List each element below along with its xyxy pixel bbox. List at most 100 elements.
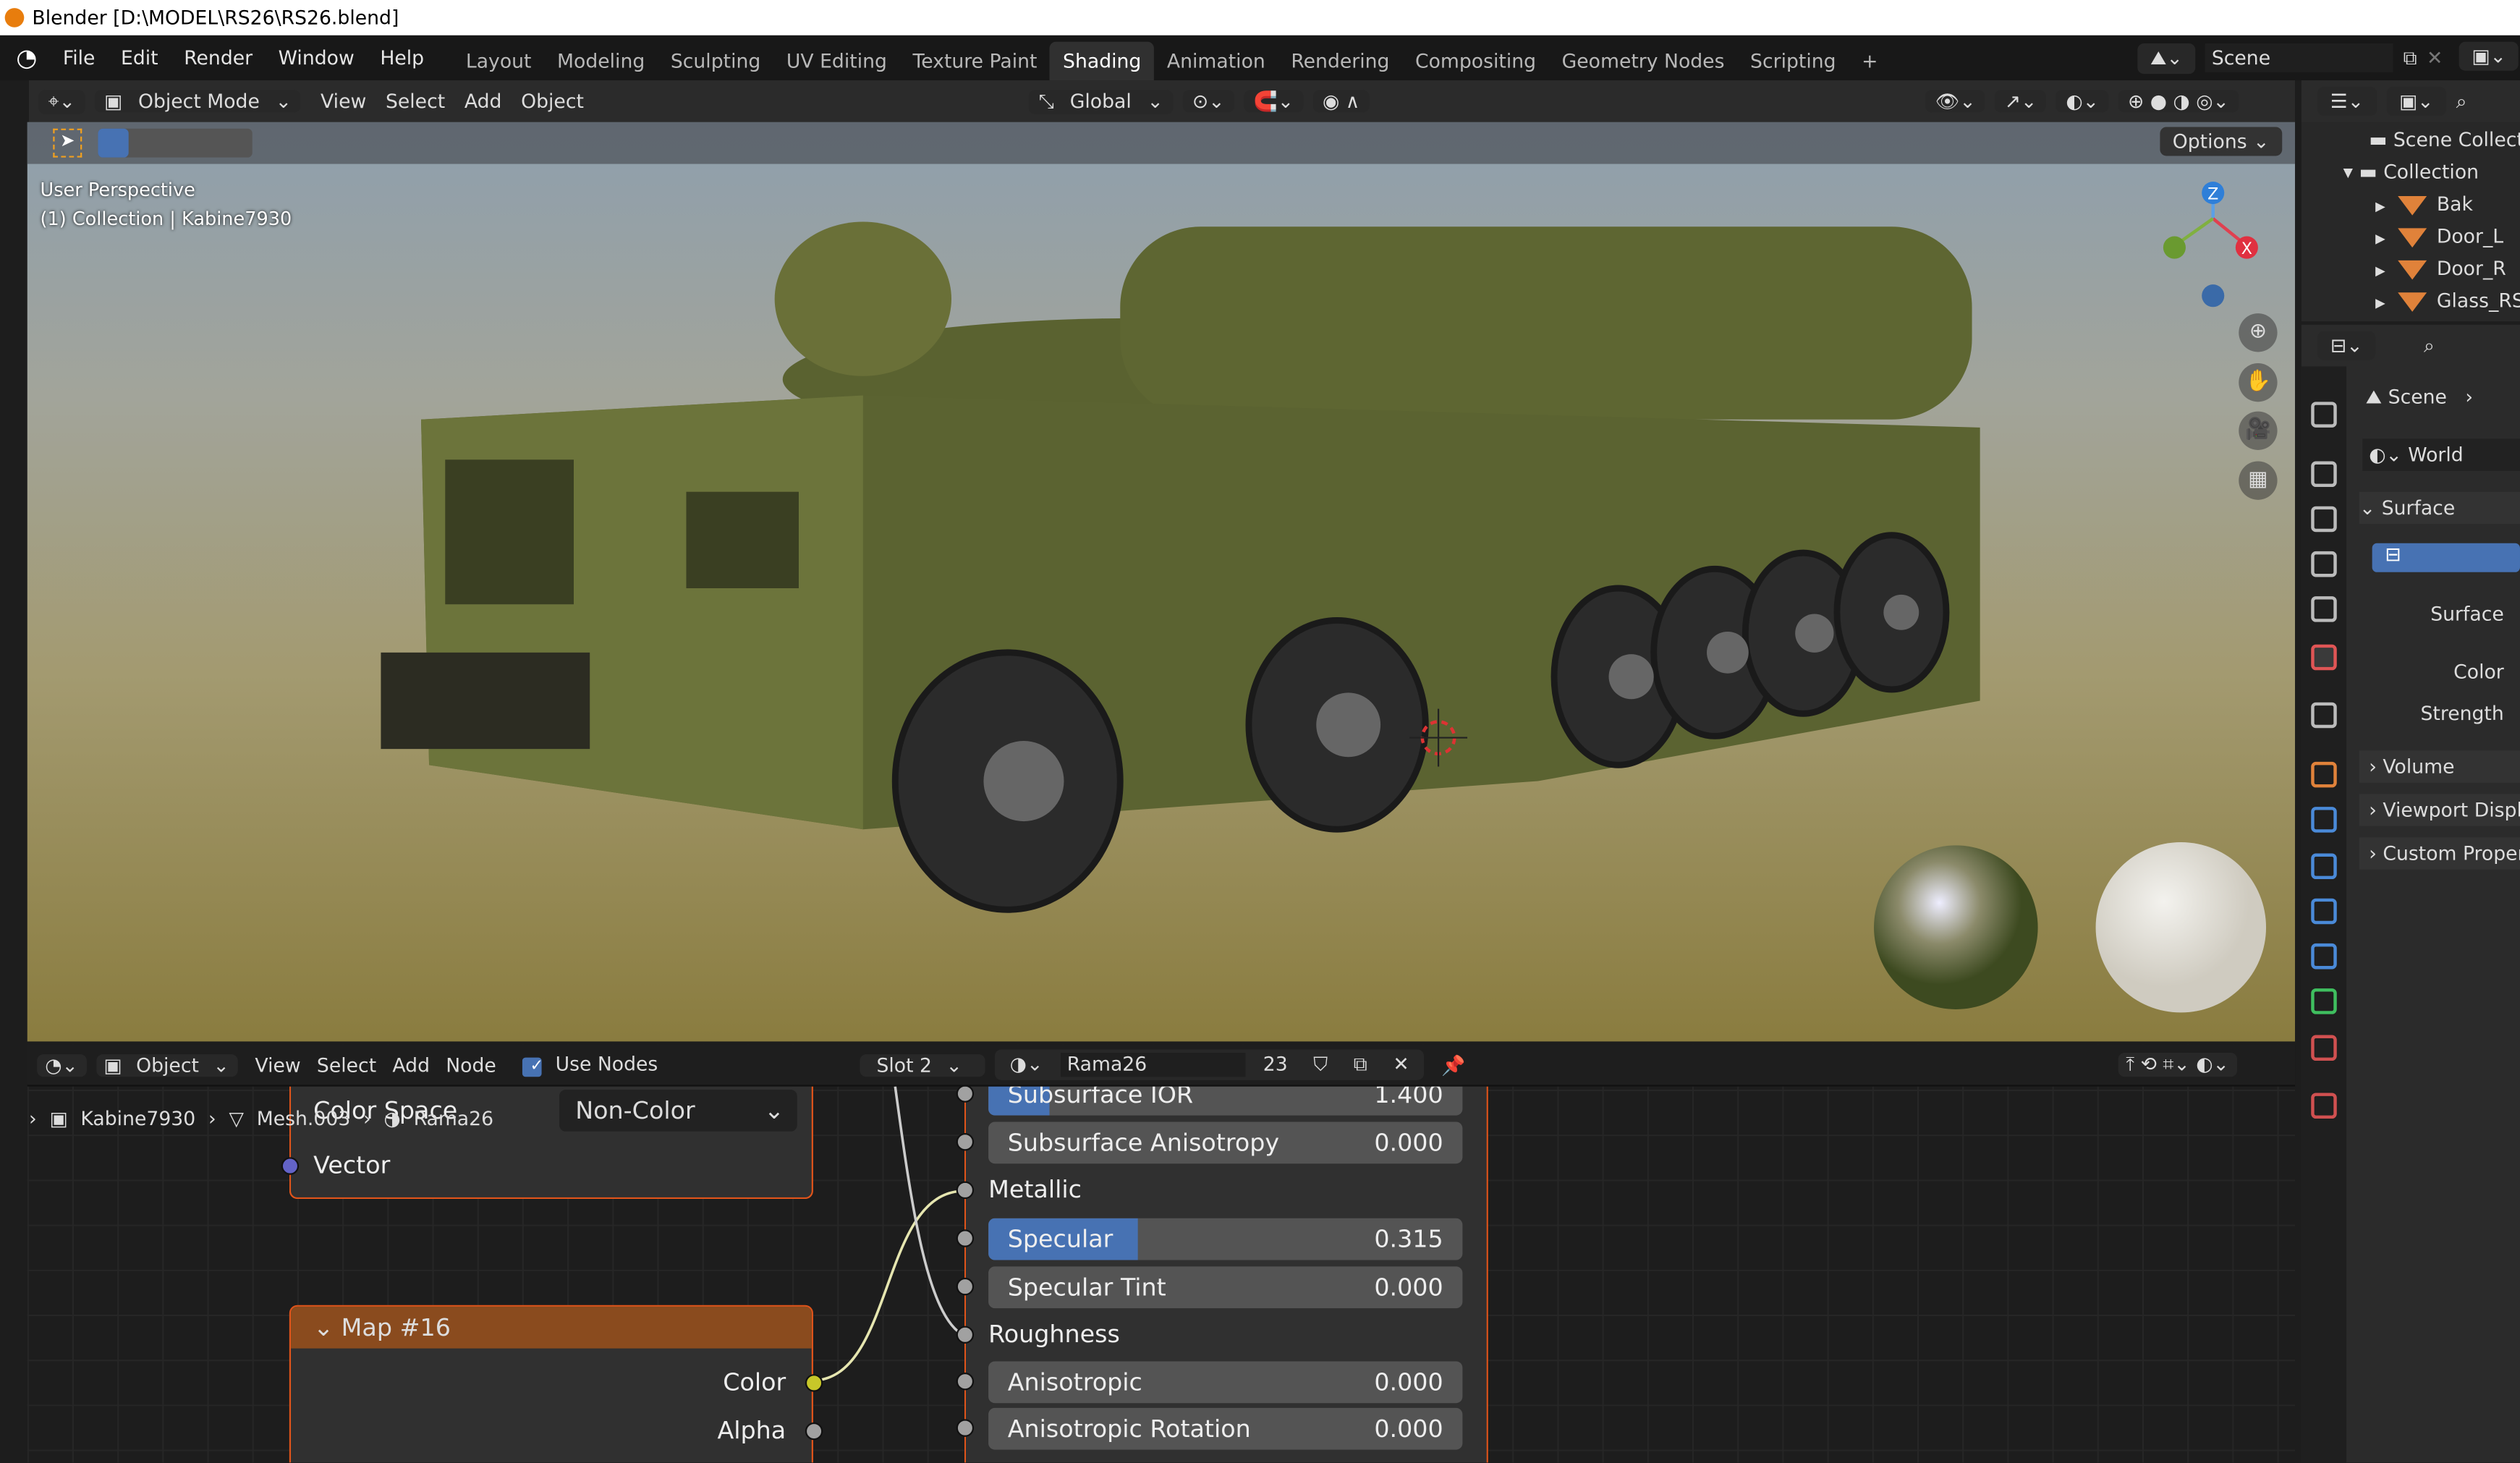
viewport-menu-object[interactable]: Object — [512, 90, 593, 112]
tab-sculpting[interactable]: Sculpting — [658, 42, 773, 80]
mode-dropdown[interactable]: ▣ Object Mode ⌄ — [94, 90, 302, 113]
camera-view-icon[interactable]: 🎥 — [2239, 411, 2278, 450]
tool-tab-icon[interactable] — [2311, 402, 2337, 428]
breadcrumb-mesh[interactable]: Mesh.003 — [257, 1107, 351, 1129]
viewport-displ-panel-header[interactable]: › Viewport Displ — [2359, 794, 2520, 826]
bsdf-anisotropic-rotation-field[interactable]: Anisotropic Rotation 0.000 — [988, 1407, 1463, 1450]
scene-selector[interactable]: ⛰⌄ Scene ⧉ ✕ — [2137, 41, 2443, 76]
expand-arrow-icon[interactable]: ▶ — [2375, 296, 2385, 310]
unlink-material-icon[interactable]: ✕ — [1385, 1053, 1417, 1077]
bsdf-specular-field[interactable]: Specular 0.315 — [988, 1218, 1463, 1260]
menu-help[interactable]: Help — [368, 46, 437, 69]
outliner-item[interactable]: ▶ Bak — [2375, 188, 2473, 220]
constraints-tab-icon[interactable] — [2311, 943, 2337, 970]
tab-texture-paint[interactable]: Texture Paint — [900, 42, 1051, 80]
material-users-count[interactable]: 23 — [1255, 1053, 1296, 1077]
map-node[interactable]: ⌄ Map #16 Color Alpha — [289, 1305, 823, 1463]
axis-gizmo[interactable]: Z X — [2163, 182, 2258, 308]
particles-tab-icon[interactable] — [2311, 853, 2337, 880]
outliner-scene-collection[interactable]: ▬ Scene Collection — [2369, 124, 2520, 156]
color-output-socket[interactable] — [805, 1374, 823, 1392]
node-menu-select[interactable]: Select — [309, 1053, 384, 1076]
collection-tab-icon[interactable] — [2311, 702, 2337, 729]
material-name-field[interactable]: Rama26 — [1060, 1052, 1246, 1077]
outliner-search-icon[interactable]: ⌕ — [2456, 89, 2467, 113]
world-selector[interactable]: ◐⌄ World — [2362, 438, 2520, 471]
bsdf-anisotropic-field[interactable]: Anisotropic 0.000 — [988, 1361, 1463, 1404]
pan-hand-icon[interactable]: ✋ — [2239, 363, 2278, 402]
modifier-tab-icon[interactable] — [2311, 807, 2337, 833]
tab-[interactable]: + — [1849, 42, 1891, 80]
object-tab-icon[interactable] — [2311, 761, 2337, 788]
output-tab-icon[interactable] — [2311, 506, 2337, 533]
zoom-icon[interactable]: ⊕ — [2239, 313, 2278, 352]
outliner-item[interactable]: ▶ Door_L — [2375, 220, 2503, 252]
expand-arrow-icon[interactable]: ▶ — [2375, 263, 2385, 278]
breadcrumb-object[interactable]: Kabine7930 — [80, 1107, 195, 1129]
shading-modes[interactable]: ⊕ ● ◑ ◎⌄ — [2118, 90, 2239, 113]
material-selector[interactable]: ◑⌄ Rama26 23 ⛉ ⧉ ✕ — [995, 1049, 1424, 1080]
breadcrumb-scene[interactable]: Scene — [2388, 386, 2447, 408]
display-mode-icon[interactable]: ☰⌄ — [2317, 86, 2377, 116]
custom-proper-panel-header[interactable]: › Custom Proper — [2359, 837, 2520, 870]
bsdf-subsurface-anisotropy-field[interactable]: Subsurface Anisotropy 0.000 — [988, 1121, 1463, 1164]
bsdf-input-socket[interactable] — [956, 1326, 975, 1344]
duplicate-material-icon[interactable]: ⧉ — [1346, 1053, 1375, 1077]
overlay-toggle-icon[interactable]: ◐⌄ — [2056, 90, 2109, 113]
menu-edit[interactable]: Edit — [108, 46, 171, 69]
bsdf-input-socket[interactable] — [956, 1181, 975, 1200]
slot-dropdown[interactable]: Slot 2 ⌄ — [860, 1053, 986, 1077]
orientation-dropdown[interactable]: ⤡ Global ⌄ — [1029, 89, 1174, 114]
tab-animation[interactable]: Animation — [1154, 42, 1278, 80]
view-layer-icon[interactable]: ▣⌄ — [2459, 41, 2519, 71]
outliner-item[interactable]: ▶ Door_R — [2375, 253, 2506, 284]
fake-user-icon[interactable]: ⛉ — [1305, 1053, 1336, 1077]
bsdf-input-socket[interactable] — [956, 1372, 975, 1391]
outliner-item[interactable]: ▶ Glass_RS2 — [2375, 284, 2520, 316]
bsdf-input-socket[interactable] — [956, 1419, 975, 1437]
ortho-grid-icon[interactable]: ▦ — [2239, 461, 2278, 500]
viewport-menu-view[interactable]: View — [311, 90, 376, 112]
menu-render[interactable]: Render — [171, 46, 265, 69]
tab-modeling[interactable]: Modeling — [544, 42, 658, 80]
3d-viewport[interactable]: ➤ Options ⌄ User Perspective (1) Collect… — [27, 122, 2296, 1042]
new-scene-icon[interactable]: ⧉ — [2404, 46, 2417, 69]
bsdf-input-socket[interactable] — [956, 1085, 975, 1103]
delete-scene-icon[interactable]: ✕ — [2427, 46, 2443, 69]
vector-socket[interactable] — [281, 1157, 300, 1175]
alpha-output-socket[interactable] — [805, 1422, 823, 1441]
material-tab-icon[interactable] — [2311, 1035, 2337, 1061]
data-tab-icon[interactable] — [2311, 988, 2337, 1014]
use-nodes-button[interactable]: ⊟ — [2372, 543, 2520, 572]
map-node-header[interactable]: ⌄ Map #16 — [291, 1306, 812, 1349]
properties-search-icon[interactable]: ⌕ — [2424, 334, 2435, 357]
tab-uv-editing[interactable]: UV Editing — [773, 42, 900, 80]
bsdf-input-socket[interactable] — [956, 1229, 975, 1247]
outliner-collection[interactable]: ▾ ▬ Collection — [2343, 156, 2479, 187]
filter-icon[interactable]: ▣⌄ — [2386, 86, 2447, 116]
node-editor-type-icon[interactable]: ◔⌄ — [37, 1053, 86, 1077]
node-menu-view[interactable]: View — [247, 1053, 308, 1076]
tab-layout[interactable]: Layout — [453, 42, 544, 80]
node-tools-icons[interactable]: ⤒ ⟲ ⌗⌄ ◐⌄ — [2118, 1052, 2237, 1077]
color-space-dropdown[interactable]: Non-Color ⌄ — [559, 1090, 797, 1132]
viewport-menu-add[interactable]: Add — [455, 90, 512, 112]
tab-scripting[interactable]: Scripting — [1737, 42, 1849, 80]
node-menu-add[interactable]: Add — [384, 1053, 438, 1076]
menu-file[interactable]: File — [50, 46, 108, 69]
tab-compositing[interactable]: Compositing — [1402, 42, 1549, 80]
visibility-icon[interactable]: 👁⌄ — [1925, 90, 1986, 113]
gizmo-toggle-icon[interactable]: ↗⌄ — [1995, 90, 2047, 113]
render-tab-icon[interactable] — [2311, 461, 2337, 488]
use-nodes-checkbox[interactable]: ✓ Use Nodes — [514, 1053, 674, 1077]
truck-model[interactable]: Z X — [27, 122, 2295, 1042]
view-layer-tab-icon[interactable] — [2311, 551, 2337, 577]
physics-tab-icon[interactable] — [2311, 898, 2337, 925]
tab-rendering[interactable]: Rendering — [1278, 42, 1403, 80]
pivot-icon[interactable]: ⊙⌄ — [1182, 90, 1234, 113]
proportional-edit-icon[interactable]: ◉ ∧ — [1312, 90, 1370, 113]
tab-shading[interactable]: Shading — [1050, 41, 1155, 81]
object-type-dropdown[interactable]: ▣ Object ⌄ — [96, 1053, 237, 1077]
breadcrumb-material[interactable]: Rama26 — [414, 1107, 494, 1129]
bsdf-specular-tint-field[interactable]: Specular Tint 0.000 — [988, 1266, 1463, 1309]
